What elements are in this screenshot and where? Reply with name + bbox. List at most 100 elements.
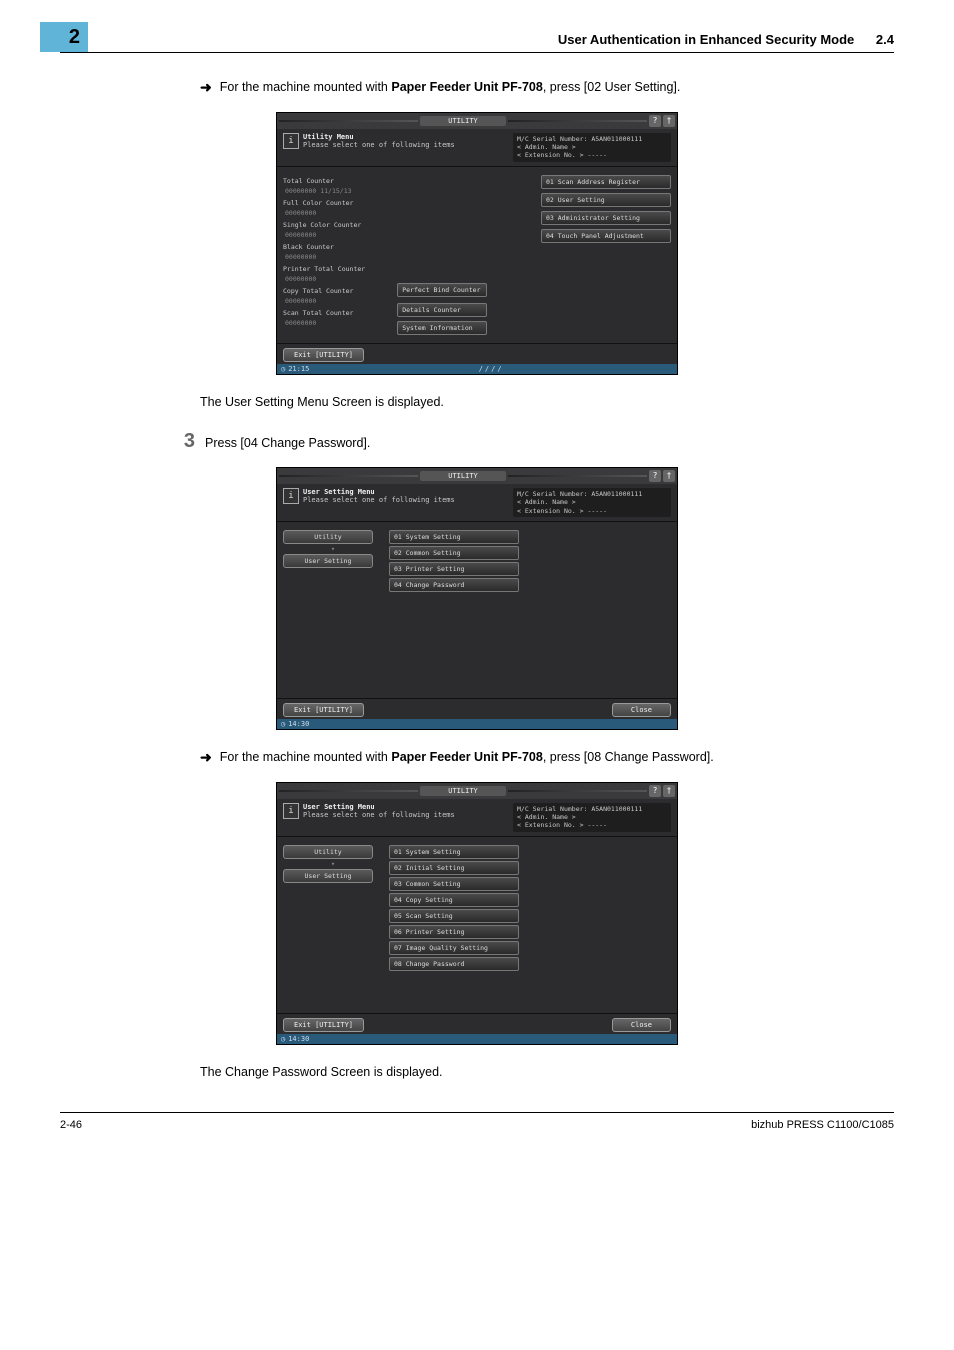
info-icon: i: [283, 803, 299, 819]
full-color-label: Full Color Counter: [283, 199, 391, 207]
breadcrumb-user-setting[interactable]: User Setting: [283, 869, 373, 883]
bullet2-post: , press [08 Change Password].: [543, 750, 714, 764]
counter-panel: Total Counter 00000000 11/15/13 Full Col…: [283, 175, 391, 335]
image-quality-setting-button[interactable]: 07 Image Quality Setting: [389, 941, 519, 955]
chevron-down-icon: ▾: [283, 545, 383, 553]
total-counter-value: 00000000 11/15/13: [285, 187, 391, 195]
close-button[interactable]: Close: [612, 1018, 671, 1032]
header-section: 2.4: [876, 32, 894, 47]
single-color-label: Single Color Counter: [283, 221, 391, 229]
bullet1-post: , press [02 User Setting].: [543, 80, 681, 94]
arrow-icon: ➜: [200, 78, 212, 98]
help-icon[interactable]: ?: [649, 115, 661, 127]
black-label: Black Counter: [283, 243, 391, 251]
administrator-setting-button[interactable]: 03 Administrator Setting: [541, 211, 671, 225]
bullet2-pre: For the machine mounted with: [220, 750, 392, 764]
bullet-2: ➜ For the machine mounted with Paper Fee…: [200, 748, 854, 768]
change-password-button[interactable]: 08 Change Password: [389, 957, 519, 971]
screenshot-user-setting-8items: UTILITY ? † i User Setting Menu Please s…: [276, 782, 678, 1045]
details-counter-button[interactable]: Details Counter: [397, 303, 487, 317]
panel-subtitle: Please select one of following items: [303, 811, 455, 819]
breadcrumb-user-setting[interactable]: User Setting: [283, 554, 373, 568]
scan-total-label: Scan Total Counter: [283, 309, 391, 317]
accessibility-icon[interactable]: †: [663, 785, 675, 797]
panel-title: User Setting Menu: [303, 803, 455, 811]
step-3-number: 3: [155, 430, 195, 453]
page-footer: 2-46 bizhub PRESS C1100/C1085: [60, 1112, 894, 1131]
bullet-1: ➜ For the machine mounted with Paper Fee…: [200, 78, 854, 98]
bullet2-bold: Paper Feeder Unit PF-708: [391, 750, 542, 764]
extension-no: < Extension No. > -----: [517, 507, 667, 515]
clock-icon: ◷: [281, 1035, 285, 1043]
exit-utility-button[interactable]: Exit [UTILITY]: [283, 348, 364, 362]
chevron-down-icon: ▾: [283, 860, 383, 868]
initial-setting-button[interactable]: 02 Initial Setting: [389, 861, 519, 875]
info-icon: i: [283, 133, 299, 149]
header-title: User Authentication in Enhanced Security…: [558, 32, 894, 47]
info-icon: i: [283, 488, 299, 504]
admin-name: < Admin. Name >: [517, 143, 667, 151]
user-setting-button[interactable]: 02 User Setting: [541, 193, 671, 207]
status-center: ////: [309, 365, 673, 373]
common-setting-button[interactable]: 03 Common Setting: [389, 877, 519, 891]
scan-setting-button[interactable]: 05 Scan Setting: [389, 909, 519, 923]
system-setting-button[interactable]: 01 System Setting: [389, 845, 519, 859]
help-icon[interactable]: ?: [649, 470, 661, 482]
screenshot-utility-menu: UTILITY ? † i Utility Menu Please select…: [276, 112, 678, 375]
printer-setting-button[interactable]: 06 Printer Setting: [389, 925, 519, 939]
extension-no: < Extension No. > -----: [517, 821, 667, 829]
serial-number: M/C Serial Number: A5AN011000111: [517, 135, 667, 143]
panel-title: Utility Menu: [303, 133, 455, 141]
panel-subtitle: Please select one of following items: [303, 496, 455, 504]
scan-address-register-button[interactable]: 01 Scan Address Register: [541, 175, 671, 189]
close-button[interactable]: Close: [612, 703, 671, 717]
bullet1-pre: For the machine mounted with: [220, 80, 392, 94]
admin-name: < Admin. Name >: [517, 498, 667, 506]
machine-info: M/C Serial Number: A5AN011000111 < Admin…: [513, 488, 671, 517]
clock-icon: ◷: [281, 365, 285, 373]
after-ss1-text: The User Setting Menu Screen is displaye…: [200, 393, 854, 412]
system-info-button[interactable]: System Information: [397, 321, 487, 335]
perfect-bind-button[interactable]: Perfect Bind Counter: [397, 283, 487, 297]
header-title-text: User Authentication in Enhanced Security…: [558, 32, 854, 47]
after-ss3-text: The Change Password Screen is displayed.: [200, 1063, 854, 1082]
footer-product: bizhub PRESS C1100/C1085: [751, 1119, 894, 1131]
panel-time: 14:30: [288, 720, 309, 728]
system-setting-button[interactable]: 01 System Setting: [389, 530, 519, 544]
exit-utility-button[interactable]: Exit [UTILITY]: [283, 703, 364, 717]
copy-setting-button[interactable]: 04 Copy Setting: [389, 893, 519, 907]
exit-utility-button[interactable]: Exit [UTILITY]: [283, 1018, 364, 1032]
black-value: 00000000: [285, 253, 391, 261]
screenshot-user-setting-4items: UTILITY ? † i User Setting Menu Please s…: [276, 467, 678, 730]
extension-no: < Extension No. > -----: [517, 151, 667, 159]
breadcrumb-utility[interactable]: Utility: [283, 845, 373, 859]
change-password-button[interactable]: 04 Change Password: [389, 578, 519, 592]
touch-panel-adjustment-button[interactable]: 04 Touch Panel Adjustment: [541, 229, 671, 243]
copy-total-value: 00000000: [285, 297, 391, 305]
page-header: 2 User Authentication in Enhanced Securi…: [60, 30, 894, 53]
help-icon[interactable]: ?: [649, 785, 661, 797]
chapter-number: 2: [40, 22, 88, 52]
panel-title: User Setting Menu: [303, 488, 455, 496]
printer-total-label: Printer Total Counter: [283, 265, 391, 273]
panel-tab[interactable]: UTILITY: [420, 471, 506, 481]
panel-time: 14:30: [288, 1035, 309, 1043]
printer-total-value: 00000000: [285, 275, 391, 283]
accessibility-icon[interactable]: †: [663, 115, 675, 127]
full-color-value: 00000000: [285, 209, 391, 217]
panel-tab[interactable]: UTILITY: [420, 116, 506, 126]
common-setting-button[interactable]: 02 Common Setting: [389, 546, 519, 560]
clock-icon: ◷: [281, 720, 285, 728]
breadcrumb-utility[interactable]: Utility: [283, 530, 373, 544]
panel-tab[interactable]: UTILITY: [420, 786, 506, 796]
single-color-value: 00000000: [285, 231, 391, 239]
printer-setting-button[interactable]: 03 Printer Setting: [389, 562, 519, 576]
panel-subtitle: Please select one of following items: [303, 141, 455, 149]
machine-info: M/C Serial Number: A5AN011000111 < Admin…: [513, 803, 671, 832]
accessibility-icon[interactable]: †: [663, 470, 675, 482]
arrow-icon: ➜: [200, 748, 212, 768]
machine-info: M/C Serial Number: A5AN011000111 < Admin…: [513, 133, 671, 162]
step-3-text: Press [04 Change Password].: [205, 436, 370, 450]
panel-time: 21:15: [288, 365, 309, 373]
scan-total-value: 00000000: [285, 319, 391, 327]
